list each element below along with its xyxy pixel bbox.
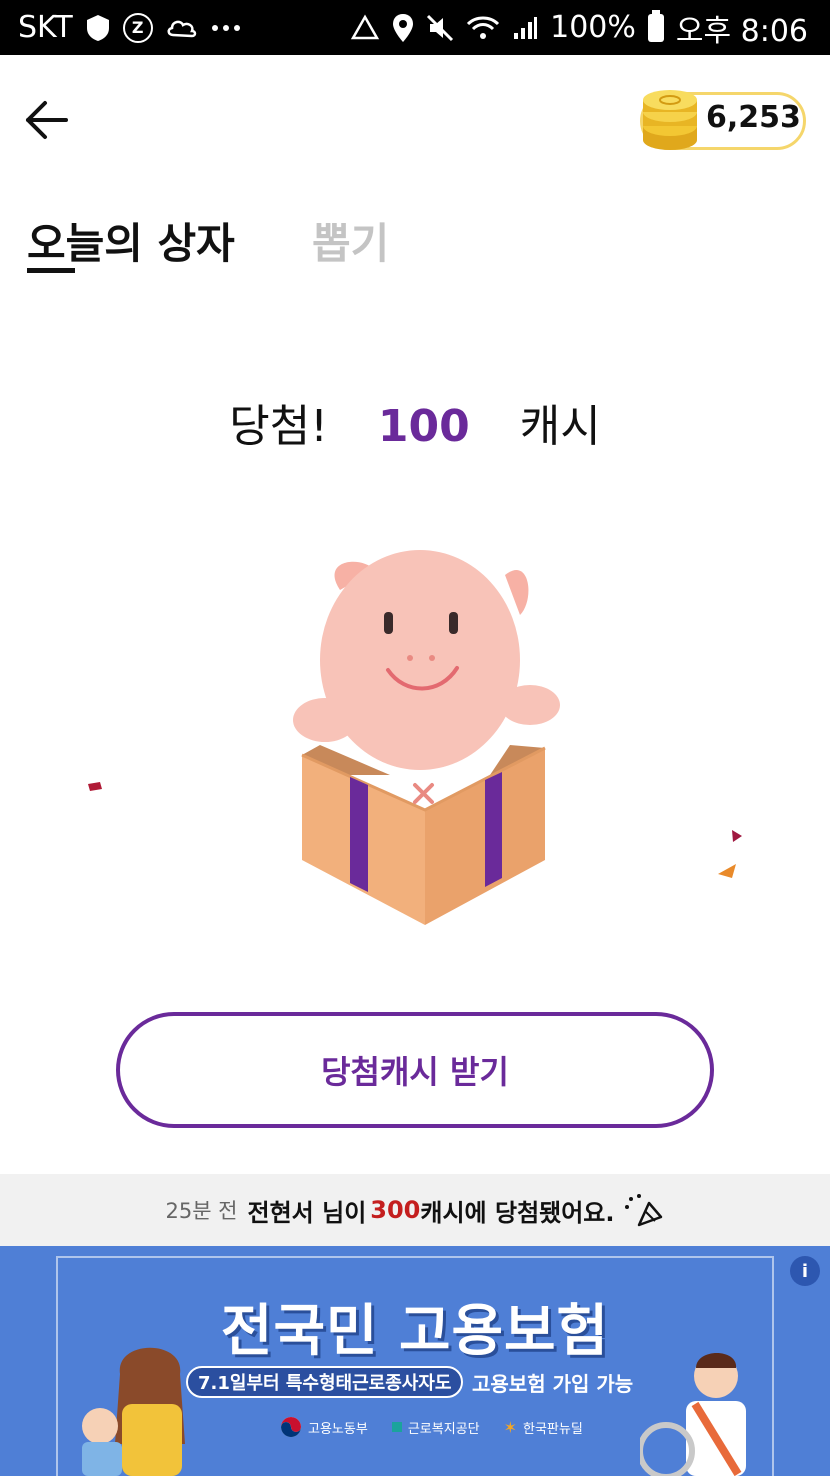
status-bar: SKT Z 100% 오후 8:06 — [0, 0, 830, 55]
arrow-left-icon — [26, 101, 68, 139]
confetti-piece — [88, 782, 102, 791]
ticker-name: 전현서 님이 — [247, 1198, 367, 1227]
status-right: 100% 오후 8:06 — [350, 6, 808, 50]
confetti-piece — [732, 830, 742, 842]
ad-banner[interactable]: 전국민 고용보험 7.1일부터 특수형태근로종사자도 고용보험 가입 가능 고용… — [0, 1246, 830, 1476]
ticker-suffix: 캐시에 당첨됐어요. — [420, 1198, 615, 1227]
result-line: 당첨! 100 캐시 — [0, 390, 830, 454]
logo-moel: 고용노동부 — [280, 1416, 368, 1438]
carrier-label: SKT — [18, 10, 73, 45]
ad-subtitle: 고용보험 가입 가능 — [472, 1372, 634, 1396]
cloud-icon — [165, 15, 199, 41]
logo-newdeal-label: 한국판뉴딜 — [522, 1421, 583, 1437]
ad-logos: 고용노동부 근로복지공단 ✶ 한국판뉴딜 — [280, 1416, 583, 1438]
ad-pill: 7.1일부터 특수형태근로종사자도 — [186, 1366, 464, 1398]
result-prefix: 당첨! — [229, 401, 328, 452]
z-icon: Z — [122, 12, 153, 43]
result-amount: 100 — [377, 401, 470, 452]
result-unit: 캐시 — [519, 401, 601, 452]
tab-draw[interactable]: 뽑기 — [312, 210, 389, 271]
ad-illustration-left — [82, 1347, 185, 1476]
info-icon[interactable]: i — [790, 1256, 820, 1286]
winner-ticker: 25분 전 전현서 님이 300 캐시에 당첨됐어요. — [0, 1174, 830, 1246]
location-icon — [392, 13, 414, 43]
coin-stack-icon — [640, 88, 700, 152]
pig-in-box-illustration — [280, 540, 570, 940]
mute-icon — [426, 14, 454, 42]
battery-icon — [647, 9, 664, 42]
recycle-icon — [350, 13, 380, 42]
back-button[interactable] — [16, 90, 76, 150]
active-tab-indicator — [27, 268, 75, 273]
logo-comwel: 근로복지공단 — [391, 1418, 480, 1437]
logo-newdeal: ✶ 한국판뉴딜 — [504, 1418, 583, 1437]
clock-label: 오후 8:06 — [675, 13, 808, 49]
tab-today-box[interactable]: 오늘의 상자 — [27, 210, 235, 271]
ad-illustration-right — [640, 1353, 746, 1476]
wifi-icon — [466, 15, 500, 41]
more-icon — [211, 24, 241, 32]
confetti-piece — [718, 864, 736, 878]
battery-label: 100% — [550, 10, 636, 45]
logo-moel-label: 고용노동부 — [308, 1421, 368, 1437]
party-popper-icon — [624, 1194, 662, 1227]
taegeuk-icon — [281, 1417, 301, 1437]
shield-icon — [85, 14, 111, 42]
ticker-amount: 300 — [370, 1196, 421, 1224]
newdeal-icon: ✶ — [503, 1417, 517, 1437]
coin-count: 6,253 — [706, 100, 801, 135]
logo-comwel-label: 근로복지공단 — [407, 1421, 480, 1437]
claim-cash-button[interactable]: 당첨캐시 받기 — [116, 1012, 714, 1128]
comwel-icon — [391, 1422, 402, 1432]
status-left: SKT Z — [18, 10, 241, 45]
ticker-time: 25분 전 — [165, 1199, 238, 1223]
signal-icon — [512, 15, 538, 41]
